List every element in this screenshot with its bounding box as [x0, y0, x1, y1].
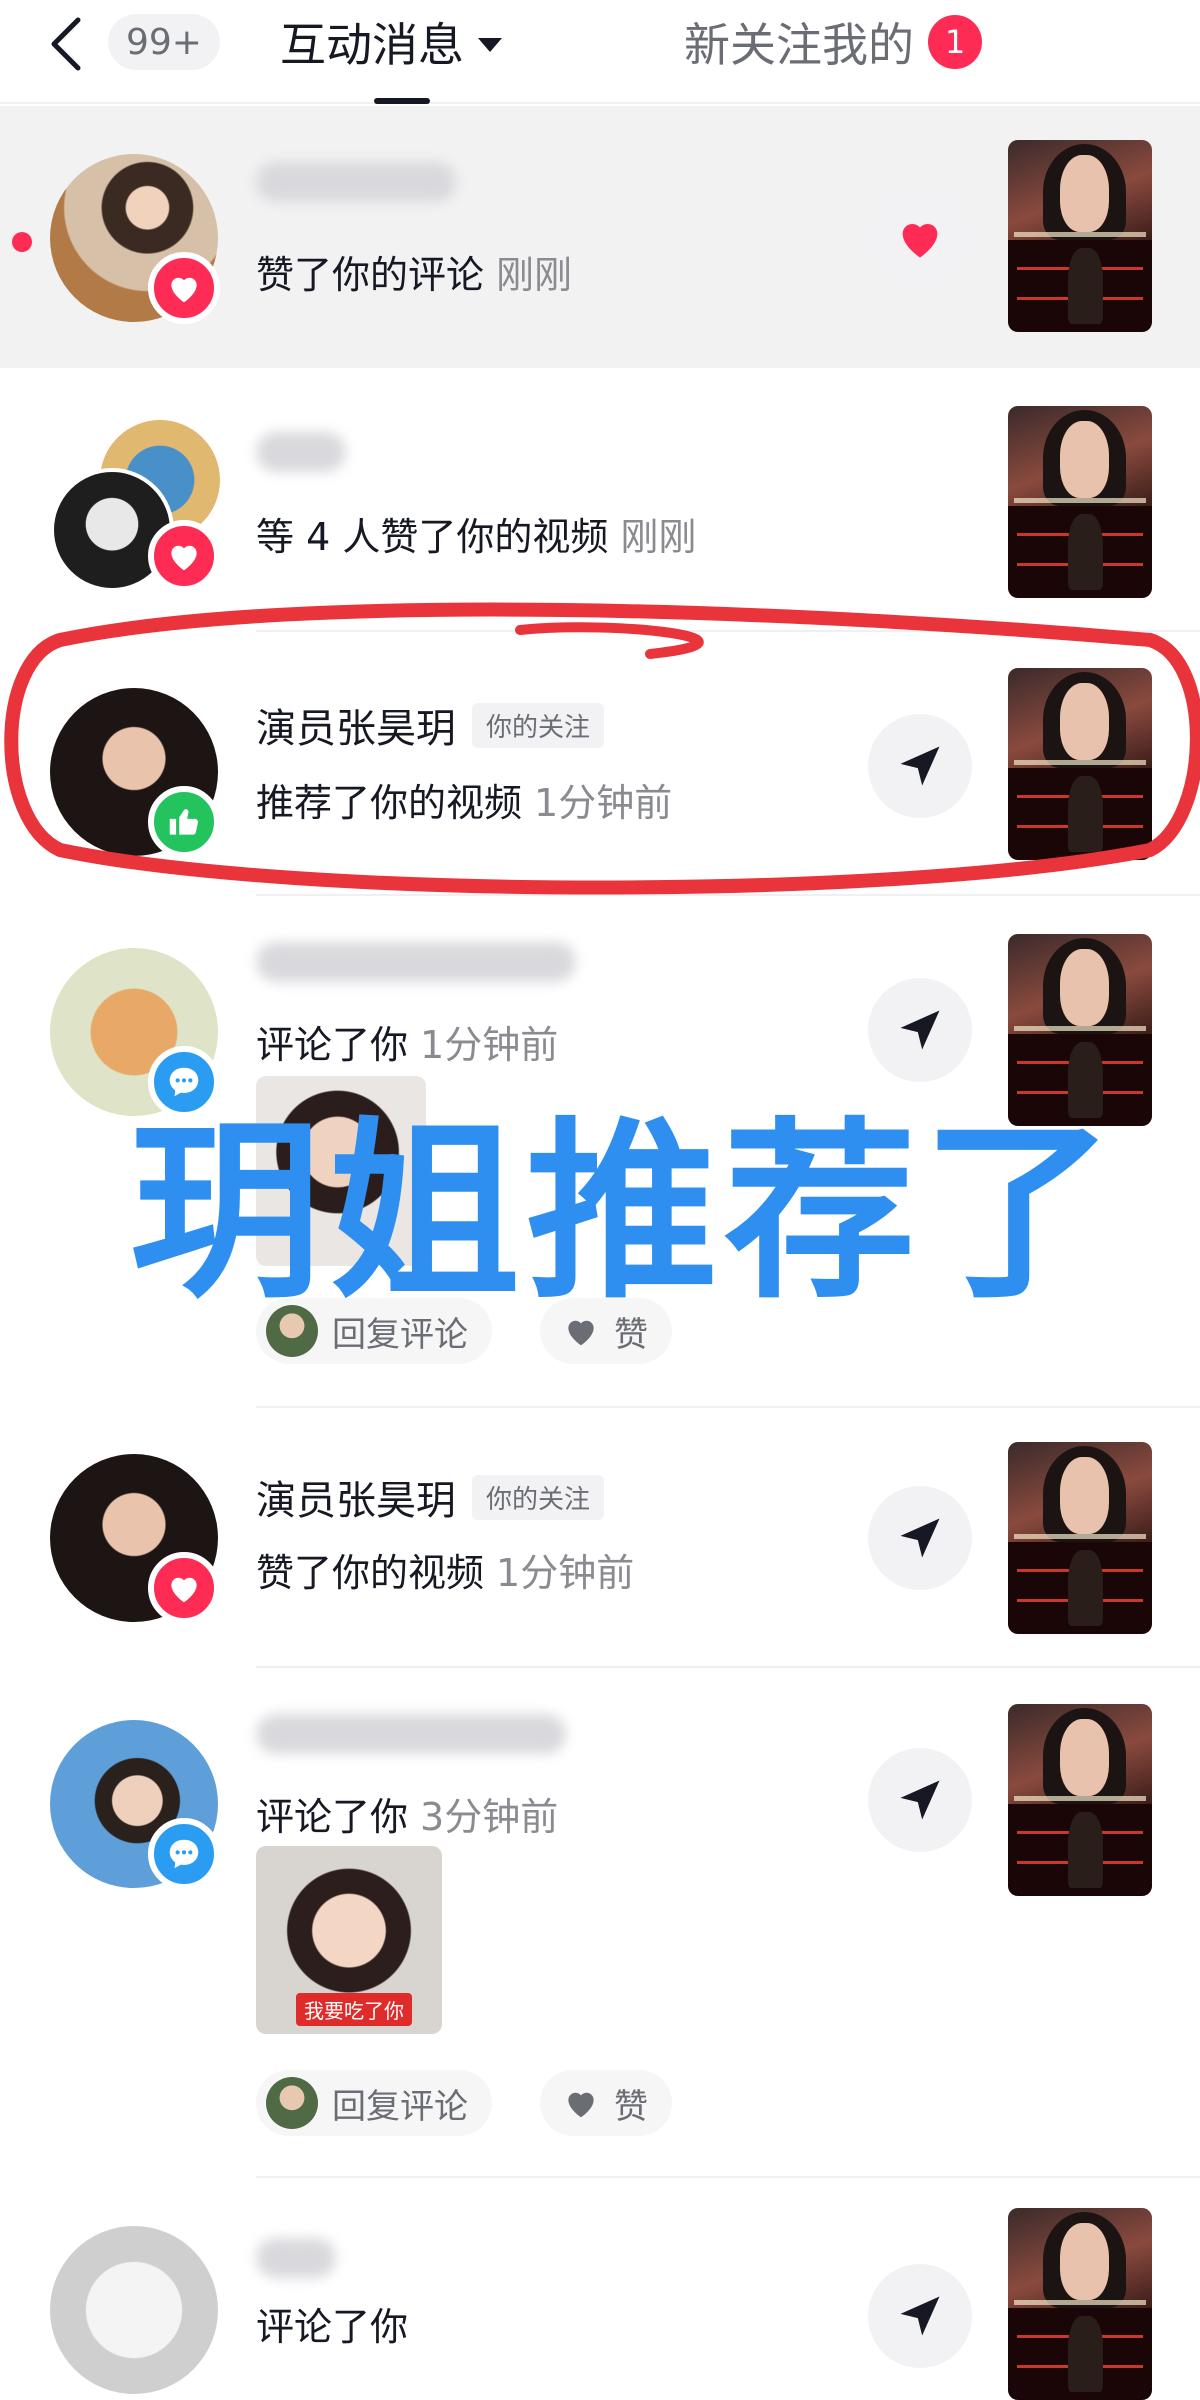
action-text: 赞了你的视频	[256, 1551, 485, 1595]
comment-badge	[148, 1818, 220, 1890]
notification-text: 推荐了你的视频 1分钟前	[256, 772, 672, 827]
username[interactable]	[256, 2238, 336, 2278]
video-thumbnail[interactable]	[1008, 1442, 1152, 1634]
following-tag: 你的关注	[472, 702, 605, 748]
video-thumbnail[interactable]	[1008, 668, 1152, 860]
caret-down-icon	[478, 38, 502, 52]
send-icon	[900, 1780, 940, 1820]
username[interactable]	[256, 942, 576, 982]
tab-interactions-label: 互动消息	[280, 18, 464, 72]
reply-label: 回复评论	[332, 2086, 468, 2127]
thumbs-up-icon	[169, 809, 198, 835]
timestamp: 1分钟前	[534, 781, 673, 825]
unread-dot	[12, 232, 32, 252]
notification-text: 评论了你 1分钟前	[256, 1014, 558, 1069]
blurred-username	[256, 1714, 566, 1754]
heart-icon	[171, 277, 197, 303]
list-item[interactable]: 演员张昊玥 你的关注 推荐了你的视频 1分钟前	[0, 632, 1200, 894]
send-icon	[900, 1010, 940, 1050]
blurred-username	[256, 2238, 336, 2278]
timestamp: 1分钟前	[496, 1551, 635, 1595]
username-text: 演员张昊玥	[256, 1478, 456, 1524]
username[interactable]	[256, 1714, 566, 1754]
send-icon	[900, 746, 940, 786]
username[interactable]: 演员张昊玥 你的关注	[256, 1468, 605, 1526]
blurred-username	[256, 162, 456, 202]
video-thumbnail[interactable]	[1008, 2208, 1152, 2400]
username[interactable]: 演员张昊玥 你的关注	[256, 696, 605, 754]
action-text: 赞了你的评论	[256, 253, 485, 297]
send-button[interactable]	[868, 2264, 972, 2368]
following-tag: 你的关注	[472, 1474, 605, 1520]
list-item[interactable]: 演员张昊玥 你的关注 赞了你的视频 1分钟前	[0, 1408, 1200, 1666]
timestamp: 刚刚	[620, 515, 697, 559]
send-button[interactable]	[868, 714, 972, 818]
list-item[interactable]: 赞了你的评论 刚刚	[0, 106, 1200, 368]
recommend-badge	[148, 786, 220, 858]
send-button[interactable]	[868, 1748, 972, 1852]
username[interactable]	[256, 432, 346, 472]
blurred-username	[256, 942, 576, 982]
chevron-left-icon	[51, 17, 81, 71]
like-comment-button[interactable]: 赞	[540, 2070, 672, 2136]
comment-icon	[169, 1839, 199, 1869]
active-tab-indicator	[374, 98, 430, 104]
avatar[interactable]	[50, 2226, 218, 2394]
new-followers-badge: 1	[928, 15, 982, 69]
tab-new-followers[interactable]: 新关注我的 1	[684, 12, 982, 72]
unread-count-badge[interactable]: 99+	[108, 14, 220, 70]
like-badge	[148, 1552, 220, 1624]
mini-avatar	[266, 2077, 318, 2129]
overlay-caption: 玥姐推荐了	[130, 1102, 1120, 1325]
comment-sticker[interactable]: 我要吃了你	[256, 1846, 442, 2034]
comment-icon	[169, 1067, 199, 1097]
notification-text: 赞了你的评论 刚刚	[256, 244, 572, 299]
timestamp: 刚刚	[496, 253, 573, 297]
username[interactable]	[256, 162, 456, 202]
blurred-username	[256, 432, 346, 472]
list-item[interactable]: 评论了你	[0, 2178, 1200, 2400]
video-thumbnail[interactable]	[1008, 406, 1152, 598]
sticker-caption: 我要吃了你	[296, 1993, 412, 2026]
action-text: 评论了你	[256, 1023, 409, 1067]
like-back-button[interactable]	[868, 186, 972, 290]
notification-text: 评论了你	[256, 2296, 408, 2351]
video-thumbnail[interactable]	[1008, 1704, 1152, 1896]
back-button[interactable]	[42, 14, 90, 74]
notification-text: 评论了你 3分钟前	[256, 1786, 558, 1841]
notification-text: 等 4 人赞了你的视频 刚刚	[256, 506, 696, 561]
tab-interactions[interactable]: 互动消息	[280, 12, 502, 72]
send-icon	[900, 2296, 940, 2336]
top-bar: 99+ 互动消息 新关注我的 1	[0, 0, 1200, 104]
heart-icon	[171, 1577, 197, 1603]
timestamp: 3分钟前	[420, 1795, 559, 1839]
notification-text: 赞了你的视频 1分钟前	[256, 1542, 634, 1597]
action-text: 等 4 人赞了你的视频	[256, 515, 609, 559]
heart-icon	[171, 545, 197, 571]
reply-comment-button[interactable]: 回复评论	[256, 2070, 492, 2136]
list-item[interactable]: 评论了你 3分钟前 我要吃了你 回复评论 赞	[0, 1668, 1200, 2176]
list-item[interactable]: 等 4 人赞了你的视频 刚刚	[0, 368, 1200, 630]
timestamp: 1分钟前	[420, 1023, 559, 1067]
heart-icon	[568, 2092, 594, 2118]
send-button[interactable]	[868, 1486, 972, 1590]
video-thumbnail[interactable]	[1008, 934, 1152, 1126]
like-badge	[148, 252, 220, 324]
action-text: 评论了你	[256, 1795, 409, 1839]
video-thumbnail[interactable]	[1008, 140, 1152, 332]
like-label: 赞	[614, 2086, 648, 2127]
username-text: 演员张昊玥	[256, 706, 456, 752]
tab-new-followers-label: 新关注我的	[684, 18, 914, 72]
action-text: 推荐了你的视频	[256, 781, 523, 825]
action-text: 评论了你	[256, 2305, 409, 2349]
send-icon	[900, 1518, 940, 1558]
heart-icon	[902, 223, 938, 258]
like-badge	[148, 520, 220, 592]
send-button[interactable]	[868, 978, 972, 1082]
